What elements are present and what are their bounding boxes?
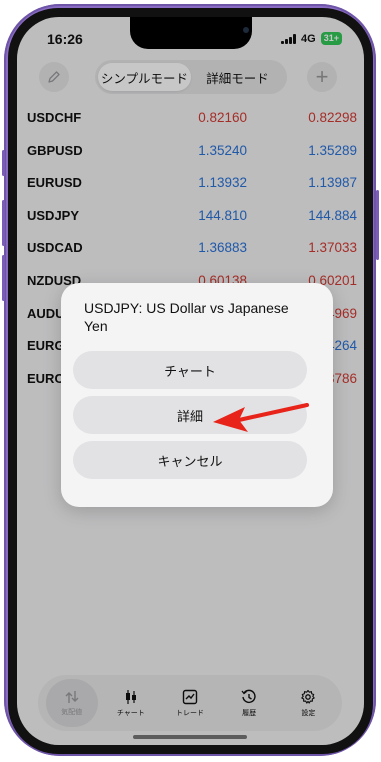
phone-side-button (2, 255, 5, 301)
symbol-action-sheet: USDJPY: US Dollar vs Japanese Yen チャート 詳… (61, 283, 333, 507)
chart-button[interactable]: チャート (73, 351, 307, 389)
phone-side-button (376, 190, 379, 260)
cancel-button[interactable]: キャンセル (73, 441, 307, 479)
phone-side-button (2, 200, 5, 246)
details-button[interactable]: 詳細 (73, 396, 307, 434)
camera-icon (243, 27, 249, 33)
phone-side-button (2, 150, 5, 176)
app-screen: 16:26 4G 31+ シンプルモード 詳細モード + USDCHF 0.821… (17, 17, 364, 745)
popup-title: USDJPY: US Dollar vs Japanese Yen (84, 300, 289, 334)
notch (130, 17, 252, 49)
